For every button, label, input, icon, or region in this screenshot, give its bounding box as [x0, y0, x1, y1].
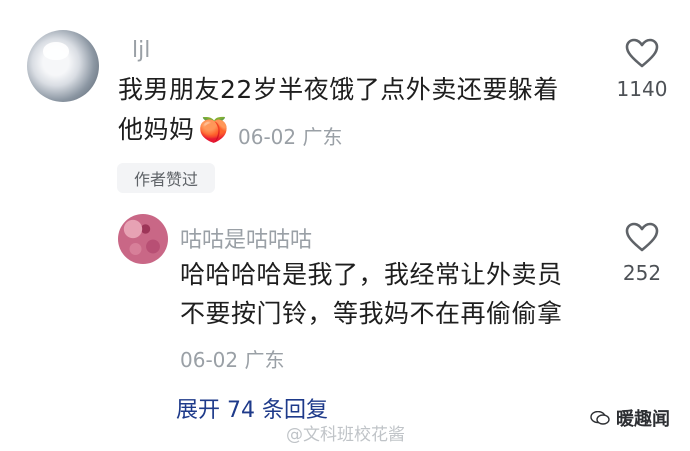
comment-like-count: 1140 [616, 77, 668, 101]
watermark-right-text: 暖趣闻 [616, 409, 670, 430]
comment-text-line-1: 我男朋友22岁半夜饿了点外卖还要躲着 [118, 75, 559, 104]
author-liked-badge: 作者赞过 [117, 163, 215, 193]
reply-username[interactable]: 咕咕是咕咕咕 [180, 222, 312, 254]
peach-emoji-icon: 🍑 [198, 116, 229, 144]
reply-meta: 06-02 广东 [180, 348, 285, 372]
comment-meta: 06-02 广东 [238, 125, 343, 149]
comment-username[interactable]: ljl [132, 38, 150, 63]
reply-like-heart-icon[interactable] [625, 222, 659, 252]
comment-text-line-2-row: 他妈妈 🍑 [118, 110, 229, 150]
avatar[interactable] [27, 30, 99, 102]
watermark-left: @文科班校花酱 [286, 425, 405, 445]
like-heart-icon[interactable] [625, 38, 659, 68]
wechat-icon [590, 411, 610, 425]
comment-thread: ljl 我男朋友22岁半夜饿了点外卖还要躲着 他妈妈 🍑 06-02 广东 作者赞… [0, 0, 690, 451]
watermark-right: 暖趣闻 [590, 405, 670, 431]
reply-avatar[interactable] [118, 214, 168, 264]
reply-text-line-1: 哈哈哈哈是我了，我经常让外卖员 [180, 260, 563, 289]
comment-text-line-2: 他妈妈 [118, 115, 195, 144]
reply-text-line-2: 不要按门铃，等我妈不在再偷偷拿 [180, 299, 563, 328]
reply-like-count: 252 [622, 261, 662, 285]
